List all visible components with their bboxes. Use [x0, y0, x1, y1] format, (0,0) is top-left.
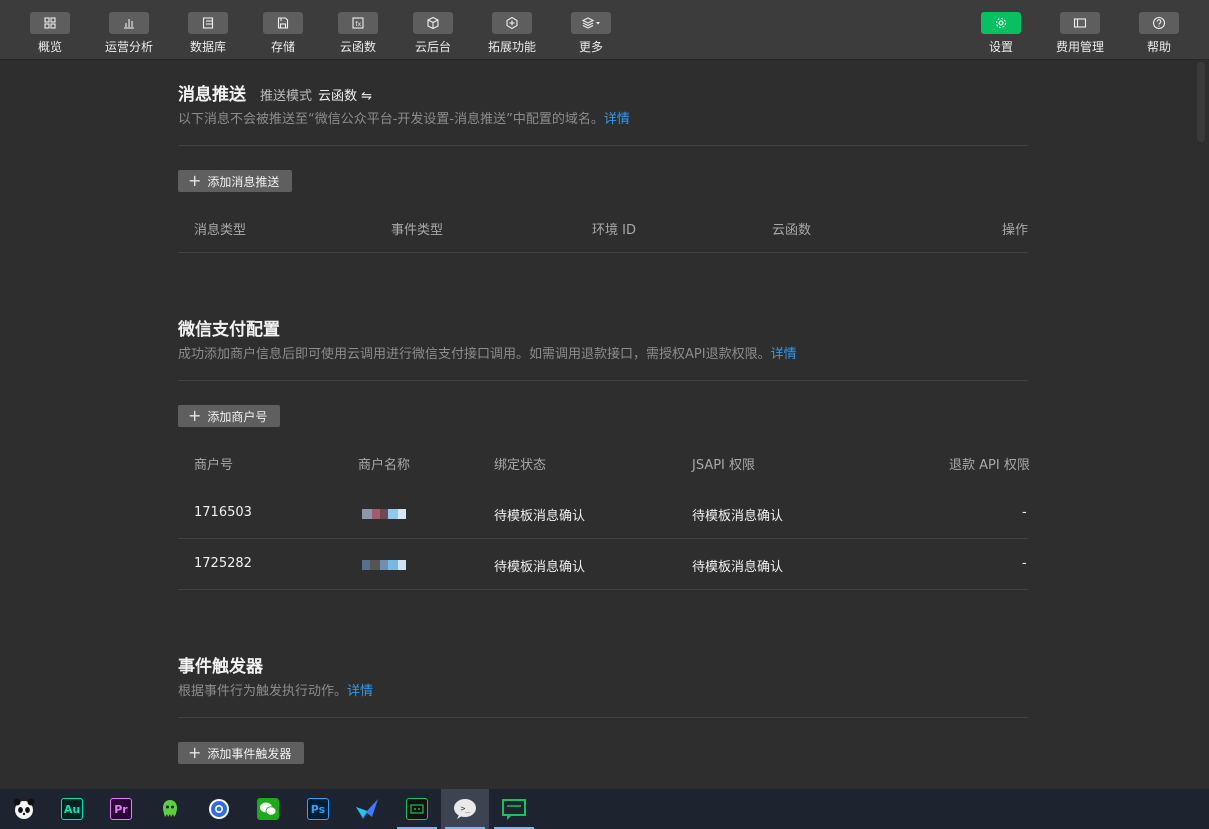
wechat-devtools-icon[interactable]: >_: [441, 789, 489, 829]
column-header: 退款 API 权限: [949, 458, 1030, 473]
toolbar-help[interactable]: 帮助: [1119, 12, 1199, 58]
column-header: JSAPI 权限: [692, 458, 756, 473]
toolbar-label: 概览: [37, 40, 62, 54]
column-header: 事件类型: [391, 223, 444, 238]
toolbar-storage[interactable]: 存储: [243, 12, 323, 58]
wechat-pay-desc: 成功添加商户信息后即可使用云调用进行微信支付接口调用。如需调用退款接口，需授权A…: [178, 347, 797, 362]
scrollbar[interactable]: [1197, 62, 1205, 142]
plus-icon: +: [188, 406, 202, 425]
add-event-trigger-button[interactable]: + 添加事件触发器: [178, 742, 305, 764]
jsapi-permission: 待模板消息确认: [692, 509, 784, 524]
audition-icon[interactable]: Au: [48, 789, 96, 829]
cube-icon: [413, 12, 453, 34]
merchant-id: 1725282: [194, 556, 252, 571]
octopus-app-icon[interactable]: [146, 789, 194, 829]
column-header: 操作: [1002, 223, 1029, 238]
plus-icon: +: [188, 743, 202, 762]
cloud-function-icon: fx: [338, 12, 378, 34]
bind-status: 待模板消息确认: [494, 509, 586, 524]
event-trigger-desc: 根据事件行为触发执行动作。详情: [178, 684, 374, 699]
toolbar-label: 云后台: [414, 40, 451, 54]
toolbar-extensions[interactable]: 拓展功能: [472, 12, 552, 58]
wechat-pay-details-link[interactable]: 详情: [771, 347, 797, 362]
gear-icon: [981, 12, 1021, 34]
event-trigger-details-link[interactable]: 详情: [347, 684, 373, 699]
taskbar: Au Pr Ps >_: [0, 789, 1209, 829]
divider: [178, 717, 1028, 718]
chat-app-icon[interactable]: [490, 789, 538, 829]
wechat-icon[interactable]: [244, 789, 292, 829]
toolbar-settings[interactable]: 设置: [961, 12, 1041, 58]
message-push-details-link[interactable]: 详情: [604, 112, 630, 127]
message-push-desc: 以下消息不会被推送至“微信公众平台-开发设置-消息推送”中配置的域名。详情: [178, 112, 630, 127]
push-mode-toggle[interactable]: 云函数 ⇋: [318, 89, 372, 104]
billing-icon: [1060, 12, 1100, 34]
event-trigger-title: 事件触发器: [178, 657, 263, 677]
toolbar-billing[interactable]: 费用管理: [1040, 12, 1120, 58]
toolbar-label: 更多: [578, 40, 603, 54]
photoshop-icon[interactable]: Ps: [294, 789, 342, 829]
top-toolbar: 概览 运营分析 数据库 存储 fx 云函数 云后台 拓展功能 更多 设置 费用管…: [0, 0, 1209, 60]
divider: [178, 252, 1028, 253]
refund-permission: -: [1022, 505, 1027, 520]
divider: [178, 538, 1028, 539]
divider: [178, 589, 1028, 590]
push-mode-label: 推送模式: [260, 89, 313, 104]
toolbar-label: 运营分析: [104, 40, 153, 54]
toolbar-label: 帮助: [1146, 40, 1171, 54]
add-merchant-button[interactable]: + 添加商户号: [178, 405, 281, 427]
settings-content: 消息推送 推送模式 云函数 ⇋ 以下消息不会被推送至“微信公众平台-开发设置-消息推…: [0, 60, 1209, 789]
refund-permission: -: [1022, 556, 1027, 571]
toolbar-label: 拓展功能: [487, 40, 536, 54]
column-header: 消息类型: [194, 223, 247, 238]
column-header: 商户名称: [358, 458, 411, 473]
toolbar-cloud-function[interactable]: fx 云函数: [318, 12, 398, 58]
bind-status: 待模板消息确认: [494, 560, 586, 575]
column-header: 商户号: [194, 458, 234, 473]
toolbar-database[interactable]: 数据库: [168, 12, 248, 58]
column-header: 绑定状态: [494, 458, 547, 473]
divider: [178, 145, 1028, 146]
feishu-icon[interactable]: [343, 789, 391, 829]
svg-text:fx: fx: [356, 21, 362, 28]
toolbar-label: 云函数: [339, 40, 376, 54]
help-icon: [1139, 12, 1179, 34]
toolbar-more[interactable]: 更多: [551, 12, 631, 58]
column-header: 云函数: [772, 223, 812, 238]
devtools-icon[interactable]: [393, 789, 441, 829]
overview-grid-icon: [30, 12, 70, 34]
bar-chart-icon: [109, 12, 149, 34]
wechat-pay-title: 微信支付配置: [178, 320, 280, 340]
extension-icon: [492, 12, 532, 34]
layers-icon: [571, 12, 611, 34]
merchant-id: 1716503: [194, 505, 252, 520]
toolbar-label: 数据库: [189, 40, 226, 54]
message-push-title: 消息推送 推送模式 云函数 ⇋: [178, 85, 373, 105]
database-icon: [188, 12, 228, 34]
merchant-name-redacted: [362, 560, 406, 570]
add-message-push-button[interactable]: + 添加消息推送: [178, 170, 293, 192]
toolbar-label: 费用管理: [1055, 40, 1104, 54]
toolbar-label: 存储: [270, 40, 295, 54]
browser-icon[interactable]: [195, 789, 243, 829]
merchant-name-redacted: [362, 509, 406, 519]
column-header: 环境 ID: [592, 223, 636, 238]
jsapi-permission: 待模板消息确认: [692, 560, 784, 575]
plus-icon: +: [188, 171, 202, 190]
toolbar-overview[interactable]: 概览: [10, 12, 90, 58]
toolbar-cloud-backend[interactable]: 云后台: [393, 12, 473, 58]
toolbar-label: 设置: [988, 40, 1013, 54]
storage-icon: [263, 12, 303, 34]
premiere-icon[interactable]: Pr: [97, 789, 145, 829]
svg-text:>_: >_: [461, 804, 471, 813]
toolbar-analytics[interactable]: 运营分析: [89, 12, 169, 58]
divider: [178, 380, 1028, 381]
panda-app-icon[interactable]: [0, 789, 48, 829]
